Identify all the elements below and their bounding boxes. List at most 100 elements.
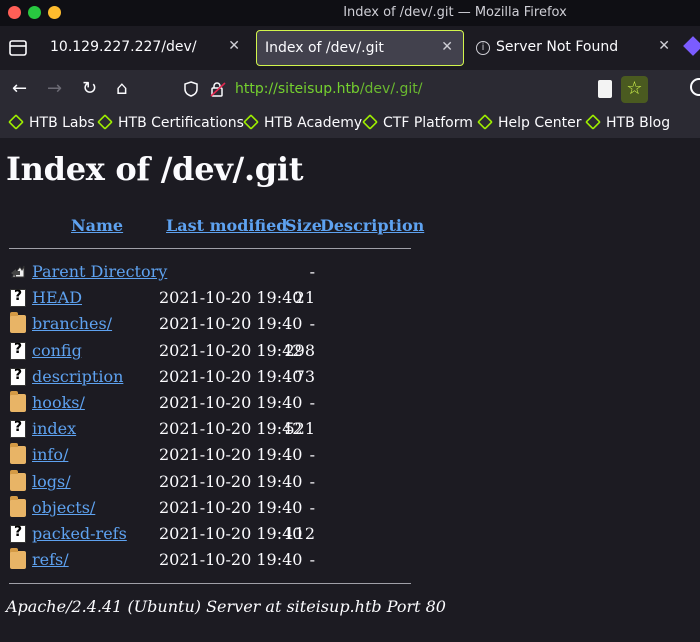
extension-icon[interactable] [683,36,700,56]
folder-icon [10,548,26,570]
last-modified: 2021-10-20 19:40 [159,524,303,543]
tab-strip: 10.129.227.227/dev/ ✕ Index of /dev/.git… [0,26,700,70]
list-item: hooks/2021-10-20 19:40- [0,391,420,417]
list-item: objects/2021-10-20 19:40- [0,495,420,522]
tab-list-icon[interactable] [8,38,28,58]
file-size: - [309,393,315,412]
file-link[interactable]: refs/ [32,550,69,569]
htb-cube-icon [477,114,493,130]
sort-by-modified-link[interactable]: Last modified [166,216,287,235]
file-size: - [309,314,315,334]
list-item: packed-refs 2021-10-20 19:40112 [0,522,420,548]
folder-icon [10,391,26,412]
file-link[interactable]: hooks/ [32,393,85,412]
last-modified: 2021-10-20 19:40 [159,314,303,334]
folder-icon [10,443,26,465]
url-text[interactable]: http://siteisup.htb/dev/.git/ [235,81,422,97]
last-modified: 2021-10-20 19:40 [159,288,303,308]
file-icon [10,288,26,308]
file-size: - [309,445,315,465]
sort-by-name-link[interactable]: Name [71,216,123,235]
reload-button[interactable]: ↻ [82,79,97,99]
close-tab-icon[interactable]: ✕ [441,39,453,55]
file-size: 73 [294,366,315,386]
navigation-bar: ← → ↻ ⌂ http://siteisup.htb/dev/.git/ ☆ [0,70,700,110]
close-tab-icon[interactable]: ✕ [228,38,240,54]
last-modified: 2021-10-20 19:42 [159,340,303,360]
file-link[interactable]: logs/ [32,472,71,491]
folder-icon [10,312,26,334]
info-icon: i [476,41,490,55]
file-link[interactable]: objects/ [32,498,95,517]
file-link[interactable]: description [32,367,123,386]
file-link[interactable]: HEAD [32,288,82,307]
htb-cube-icon [362,114,378,130]
file-link[interactable]: index [32,419,76,438]
list-item: description 2021-10-20 19:4073 [0,365,420,391]
page-content: Index of /dev/.git Name Last modified Si… [0,138,700,642]
last-modified: 2021-10-20 19:40 [159,471,303,491]
list-item: config 2021-10-20 19:42298 [0,339,420,365]
divider [9,583,411,584]
htb-cube-icon [97,114,113,130]
bookmark-help-center[interactable]: Help Center [477,114,582,131]
list-item: info/2021-10-20 19:40- [0,443,420,469]
htb-cube-icon [8,114,24,130]
htb-cube-icon [243,114,259,130]
tab-label: Server Not Found [496,39,619,55]
file-size: 21 [294,288,315,308]
last-modified: 2021-10-20 19:40 [159,393,303,412]
sort-by-size-link[interactable]: Size [285,216,322,235]
list-item: branches/2021-10-20 19:40- [0,312,420,338]
last-modified: 2021-10-20 19:42 [159,419,303,439]
file-size: - [309,550,315,570]
reader-view-icon[interactable] [598,80,612,98]
tab-label: Index of /dev/.git [265,40,384,56]
tab-server-not-found[interactable]: i Server Not Found ✕ [470,30,680,66]
list-item: Parent Directory - [0,260,420,286]
list-item: index 2021-10-20 19:42521 [0,417,420,443]
last-modified: 2021-10-20 19:40 [159,497,303,517]
file-icon [10,419,26,439]
back-button[interactable]: ← [12,79,27,99]
tab-label: 10.129.227.227/dev/ [50,39,197,55]
bookmark-ctf-platform[interactable]: CTF Platform [362,114,473,131]
back-icon [10,265,25,278]
bookmark-htb-labs[interactable]: HTB Labs [8,114,95,131]
page-title: Index of /dev/.git [6,150,304,188]
file-size: 112 [284,524,315,543]
htb-cube-icon [585,114,601,130]
insecure-lock-icon[interactable] [210,81,226,97]
account-icon[interactable] [690,78,700,96]
file-size: - [309,497,315,517]
file-icon [10,524,26,543]
last-modified: 2021-10-20 19:40 [159,550,303,570]
home-button[interactable]: ⌂ [116,79,127,99]
url-bar[interactable]: http://siteisup.htb/dev/.git/ [178,75,650,105]
bookmark-htb-certifications[interactable]: HTB Certifications [97,114,244,131]
file-icon [10,367,26,386]
file-size: 298 [284,340,315,360]
bookmark-htb-academy[interactable]: HTB Academy [243,114,362,131]
file-link[interactable]: Parent Directory [32,262,167,281]
last-modified: 2021-10-20 19:40 [159,366,303,386]
bookmark-star-icon[interactable]: ☆ [621,76,648,103]
file-link[interactable]: packed-refs [32,524,127,543]
divider [9,248,411,249]
file-size: 521 [284,419,315,439]
close-tab-icon[interactable]: ✕ [658,38,670,54]
bookmark-htb-blog[interactable]: HTB Blog [585,114,670,131]
shield-icon[interactable] [184,81,198,97]
list-item: HEAD 2021-10-20 19:4021 [0,286,420,312]
tab-git-index-active[interactable]: Index of /dev/.git ✕ [256,30,464,66]
folder-icon [10,495,26,517]
sort-by-description-link[interactable]: Description [320,216,424,235]
forward-button[interactable]: → [47,79,62,99]
window-titlebar: Index of /dev/.git — Mozilla Firefox [0,0,700,26]
file-link[interactable]: branches/ [32,314,112,333]
server-signature: Apache/2.4.41 (Ubuntu) Server at siteisu… [6,597,446,616]
folder-icon [10,469,26,491]
tab-dev[interactable]: 10.129.227.227/dev/ ✕ [38,30,250,66]
file-link[interactable]: info/ [32,445,68,464]
file-link[interactable]: config [32,341,82,360]
